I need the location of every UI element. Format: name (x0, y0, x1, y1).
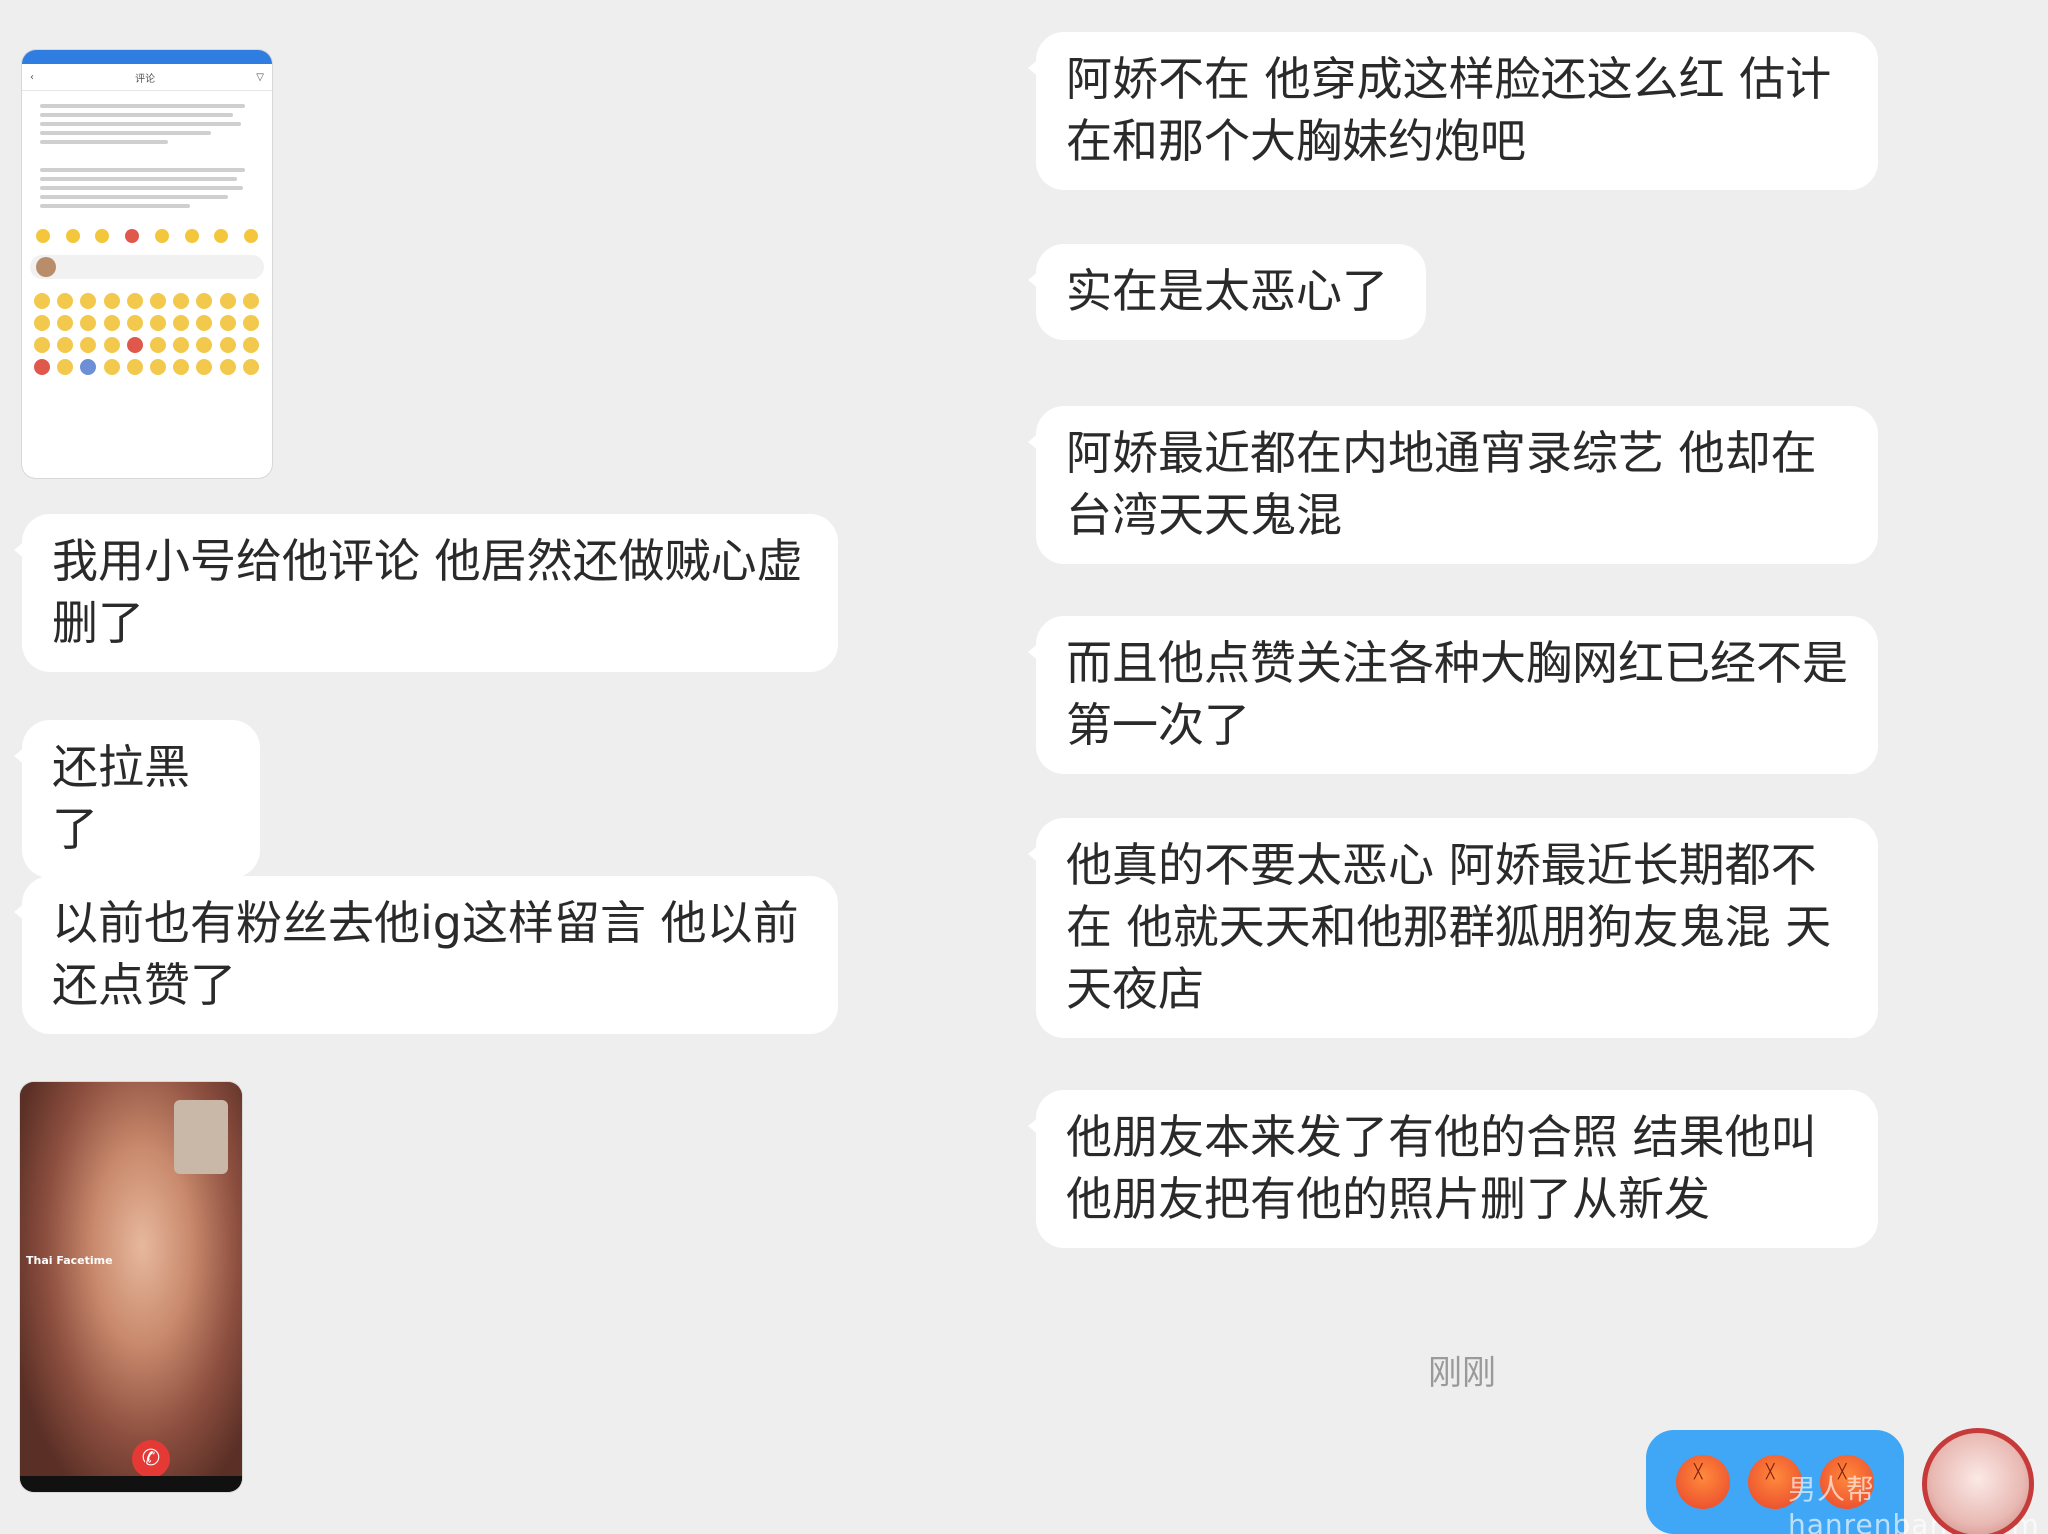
filter-icon: ▽ (256, 71, 264, 83)
video-call-screenshot-image[interactable]: Thai Facetime ✆ (20, 1082, 242, 1492)
received-message-bubble[interactable]: 我用小号给他评论 他居然还做贼心虚删了 (14, 514, 838, 672)
message-text: 他朋友本来发了有他的合照 结果他叫他朋友把有他的照片删了从新发 (1066, 1110, 1817, 1226)
angry-face-icon (1676, 1455, 1730, 1509)
message-text: 我用小号给他评论 他居然还做贼心虚删了 (52, 534, 803, 650)
pip-preview (174, 1100, 228, 1174)
message-bubble[interactable]: 而且他点赞关注各种大胸网红已经不是第一次了 (1028, 616, 1878, 774)
screenshot-quick-emoji-row (22, 221, 272, 251)
screenshot-status-bar (22, 50, 272, 64)
message-bubble[interactable]: 阿娇最近都在内地通宵录综艺 他却在台湾天天鬼混 (1028, 406, 1878, 564)
received-message-bubble[interactable]: 以前也有粉丝去他ig这样留言 他以前还点赞了 (14, 876, 838, 1034)
message-text: 而且他点赞关注各种大胸网红已经不是第一次了 (1066, 636, 1848, 752)
message-bubble[interactable]: 实在是太恶心了 (1028, 244, 1426, 340)
video-overlay-text: Thai Facetime (26, 1254, 113, 1267)
back-icon: ‹ (30, 71, 34, 83)
message-text: 阿娇不在 他穿成这样脸还这么红 估计在和那个大胸妹约炮吧 (1066, 52, 1832, 168)
message-text: 阿娇最近都在内地通宵录综艺 他却在台湾天天鬼混 (1066, 426, 1817, 542)
end-call-icon: ✆ (132, 1440, 170, 1478)
comment-screenshot-image[interactable]: ‹ 评论 ▽ (22, 50, 272, 478)
message-bubble[interactable]: 他真的不要太恶心 阿娇最近长期都不在 他就天天和他那群狐朋狗友鬼混 天天夜店 (1028, 818, 1878, 1038)
sender-avatar[interactable] (1922, 1428, 2034, 1534)
chat-window: ‹ 评论 ▽ 我用小号给他评论 他居然还做贼心虚删了 还拉黑了 以前也有粉丝去他… (0, 0, 2048, 1534)
video-bottom-bar (20, 1476, 242, 1492)
message-timestamp: 刚刚 (1428, 1353, 1496, 1393)
screenshot-avatar-icon (36, 257, 56, 277)
message-bubble[interactable]: 他朋友本来发了有他的合照 结果他叫他朋友把有他的照片删了从新发 (1028, 1090, 1878, 1248)
received-message-bubble[interactable]: 还拉黑了 (14, 720, 260, 878)
screenshot-title: 评论 (135, 73, 156, 85)
message-text: 实在是太恶心了 (1066, 264, 1388, 318)
message-text: 以前也有粉丝去他ig这样留言 他以前还点赞了 (52, 896, 799, 1012)
message-text: 还拉黑了 (52, 740, 190, 856)
screenshot-title-bar: ‹ 评论 ▽ (22, 64, 272, 91)
screenshot-comment-input (30, 255, 264, 279)
message-text: 他真的不要太恶心 阿娇最近长期都不在 他就天天和他那群狐朋狗友鬼混 天天夜店 (1066, 838, 1832, 1016)
screenshot-emoji-grid (22, 283, 272, 385)
screenshot-comment-text (22, 91, 272, 221)
message-bubble[interactable]: 阿娇不在 他穿成这样脸还这么红 估计在和那个大胸妹约炮吧 (1028, 32, 1878, 190)
